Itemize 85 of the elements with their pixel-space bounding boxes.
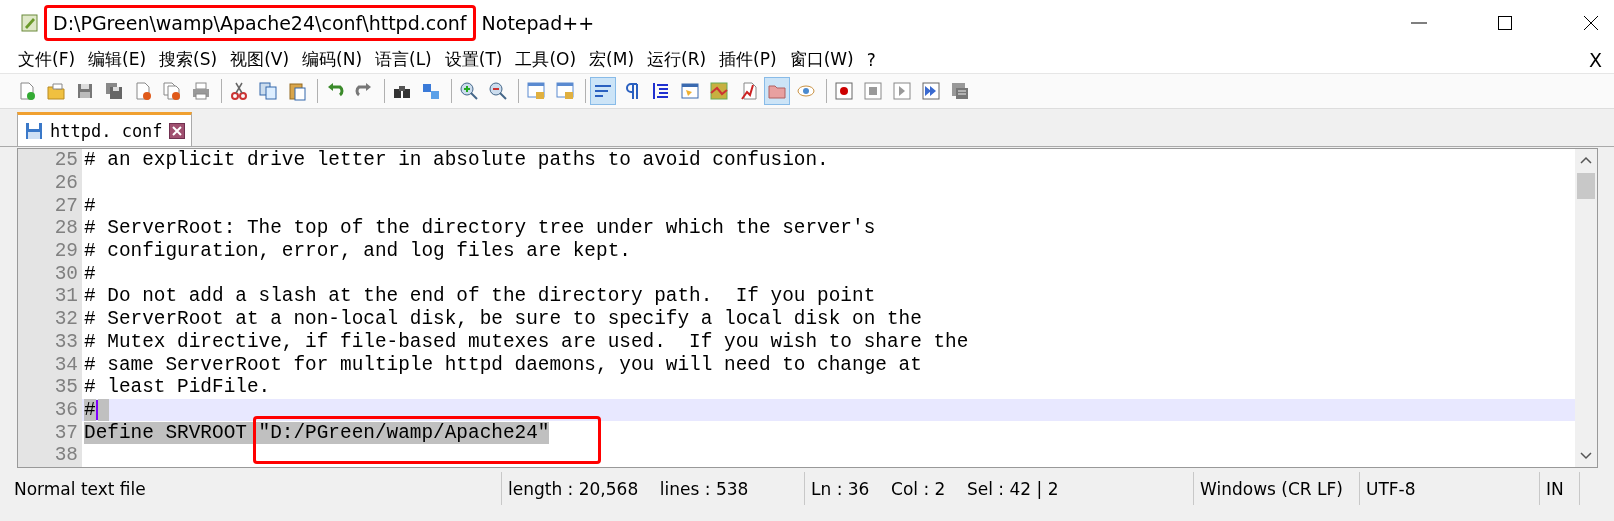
- minimize-icon: [1411, 22, 1427, 24]
- status-text: Ln : 36 Col : 2 Sel : 42 | 2: [811, 478, 1059, 499]
- file-tab[interactable]: httpd. conf: [17, 112, 192, 146]
- paste-icon: [287, 81, 307, 101]
- save-icon: [24, 120, 44, 141]
- code-line: #: [84, 262, 96, 285]
- indent-guide-icon: [651, 81, 671, 101]
- line-number: 38: [18, 443, 82, 467]
- folder-button[interactable]: [764, 77, 790, 105]
- menu-item[interactable]: 搜索(S): [153, 48, 225, 71]
- menu-item[interactable]: 宏(M): [583, 48, 641, 71]
- notepad-icon: [20, 13, 40, 33]
- zoom-in-icon: [459, 81, 479, 101]
- replace-icon: [421, 81, 441, 101]
- line-number: 36: [18, 398, 82, 422]
- status-text: Normal text file: [14, 478, 146, 499]
- line-number: 25: [18, 149, 82, 172]
- scroll-up-icon[interactable]: [1580, 156, 1592, 164]
- fast-forward-icon: [921, 81, 941, 101]
- scrollbar[interactable]: [1575, 149, 1597, 467]
- close-file-icon: [133, 81, 153, 101]
- line-number: 29: [18, 239, 82, 263]
- line-number: 33: [18, 330, 82, 354]
- menu-item[interactable]: 编辑(E): [82, 48, 154, 71]
- menu-item[interactable]: 插件(P): [713, 48, 784, 71]
- menu-item[interactable]: 文件(F): [12, 48, 83, 71]
- line-number: 30: [18, 262, 82, 286]
- scroll-thumb[interactable]: [1577, 173, 1595, 199]
- scroll-down-icon[interactable]: [1580, 452, 1592, 460]
- menu-item[interactable]: ?: [860, 49, 883, 70]
- code-line: # an explicit drive letter in absolute paths to avoid confusion.: [84, 149, 829, 172]
- close-icon[interactable]: [168, 122, 185, 139]
- line-number: 26: [18, 171, 82, 195]
- menu-item[interactable]: 窗口(W): [783, 48, 861, 71]
- word-wrap-button[interactable]: [590, 77, 616, 105]
- code-string: "D:/PGreen/wamp/Apache24": [258, 421, 550, 444]
- line-number: 28: [18, 217, 82, 240]
- menu-item[interactable]: 编码(N): [296, 48, 369, 71]
- save-all-icon: [104, 81, 124, 101]
- cut-icon: [229, 81, 249, 101]
- app-name: Notepad++: [481, 12, 595, 34]
- code-line: # ServerRoot at a non-local disk, be sure to specify a local disk on the: [84, 308, 922, 331]
- code-line: # Do not add a slash at the end of the directory path. If you point: [84, 285, 876, 308]
- new-file-icon: [17, 81, 37, 101]
- code-line: #: [84, 194, 96, 217]
- window-title: D:\PGreen\wamp\Apache24\conf\httpd.conf: [44, 5, 476, 41]
- print-icon: [191, 81, 211, 101]
- line-number: 31: [18, 285, 82, 308]
- close-all-icon: [162, 81, 182, 101]
- open-folder-icon: [46, 81, 66, 101]
- code-line: # least PidFile.: [84, 376, 271, 399]
- text-cursor: [95, 399, 98, 420]
- status-text: Windows (CR LF): [1200, 478, 1343, 499]
- copy-icon: [258, 81, 278, 101]
- line-number: 34: [18, 353, 82, 376]
- menu-item[interactable]: 工具(O): [509, 48, 584, 71]
- save-icon: [75, 81, 95, 101]
- code-line: # configuration, error, and log files are kept.: [84, 240, 631, 263]
- record-icon: [834, 81, 854, 101]
- zoom-out-icon: [488, 81, 508, 101]
- line-number: 32: [18, 307, 82, 331]
- function-icon: [738, 81, 758, 101]
- panel-icon: [680, 81, 700, 101]
- maximize-icon: [1496, 14, 1514, 32]
- status-text: length : 20,568 lines : 538: [508, 478, 749, 499]
- map-icon: [709, 81, 729, 101]
- code-line: # ServerRoot: The top of the directory tree under which the server's: [84, 217, 876, 240]
- menu-item[interactable]: 运行(R): [641, 48, 714, 71]
- line-number: 27: [18, 194, 82, 218]
- window-lock-icon: [555, 81, 575, 101]
- line-number: 37: [18, 421, 82, 444]
- stop-icon: [863, 81, 883, 101]
- window-lock-icon: [526, 81, 546, 101]
- status-text: IN: [1546, 478, 1564, 499]
- menu-item[interactable]: 视图(V): [224, 48, 297, 71]
- play-icon: [892, 81, 912, 101]
- menu-item[interactable]: 语言(L): [369, 48, 439, 71]
- code-line: # same ServerRoot for multiple httpd daemons, you will need to change at: [84, 353, 922, 376]
- line-number: 35: [18, 375, 82, 399]
- code-line: # Mutex directive, if file-based mutexes are used. If you wish to share the: [84, 330, 969, 353]
- menu-item[interactable]: 设置(T): [438, 48, 510, 71]
- close-icon: [1582, 14, 1600, 32]
- close-document-button[interactable]: X: [1588, 48, 1602, 71]
- status-text: UTF-8: [1366, 478, 1416, 499]
- macro-list-icon: [950, 81, 970, 101]
